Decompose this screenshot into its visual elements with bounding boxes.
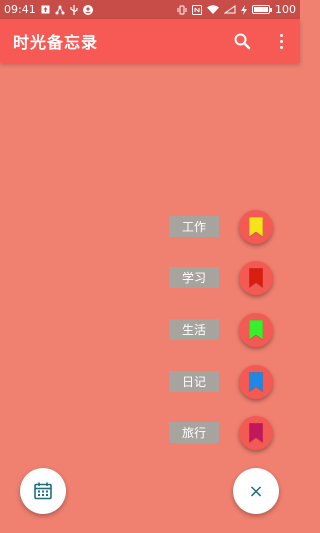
category-button-work[interactable] — [239, 210, 273, 244]
bookmark-icon — [249, 217, 263, 237]
signal-icon — [224, 5, 236, 14]
category-button-study[interactable] — [239, 261, 273, 295]
calendar-icon — [34, 482, 52, 500]
category-label-study[interactable]: 学习 — [169, 267, 219, 288]
nfc-icon — [192, 4, 202, 15]
more-vert-icon — [279, 33, 283, 37]
status-time: 09:41 — [4, 3, 36, 16]
status-left: 09:41 — [4, 3, 93, 16]
bookmark-icon — [249, 268, 263, 288]
category-button-travel[interactable] — [239, 416, 273, 450]
category-button-diary[interactable] — [239, 365, 273, 399]
status-bar: 09:41 100 — [0, 0, 300, 19]
app-bar: 时光备忘录 — [0, 19, 300, 63]
category-label-life[interactable]: 生活 — [169, 319, 219, 340]
battery-level: 100 — [275, 3, 296, 16]
search-icon — [234, 33, 251, 50]
category-label-diary[interactable]: 日记 — [169, 371, 219, 392]
close-button[interactable]: × — [233, 468, 279, 514]
wifi-icon — [207, 5, 219, 14]
account-icon — [82, 4, 93, 15]
calendar-button[interactable] — [20, 468, 66, 514]
usb-icon — [70, 4, 78, 15]
close-icon: × — [248, 480, 264, 502]
app-title: 时光备忘录 — [13, 33, 99, 52]
upload-icon — [41, 5, 50, 14]
share-icon — [55, 5, 65, 15]
bookmark-icon — [249, 320, 263, 340]
bookmark-icon — [249, 423, 263, 443]
category-label-travel[interactable]: 旅行 — [169, 422, 219, 443]
search-button[interactable] — [232, 31, 252, 51]
status-right: 100 — [177, 3, 296, 16]
bookmark-icon — [249, 372, 263, 392]
category-button-life[interactable] — [239, 313, 273, 347]
category-label-work[interactable]: 工作 — [169, 216, 219, 237]
more-options-button[interactable] — [271, 31, 291, 51]
charging-icon — [241, 4, 247, 15]
battery-icon — [252, 5, 272, 14]
vibrate-icon — [177, 5, 187, 15]
